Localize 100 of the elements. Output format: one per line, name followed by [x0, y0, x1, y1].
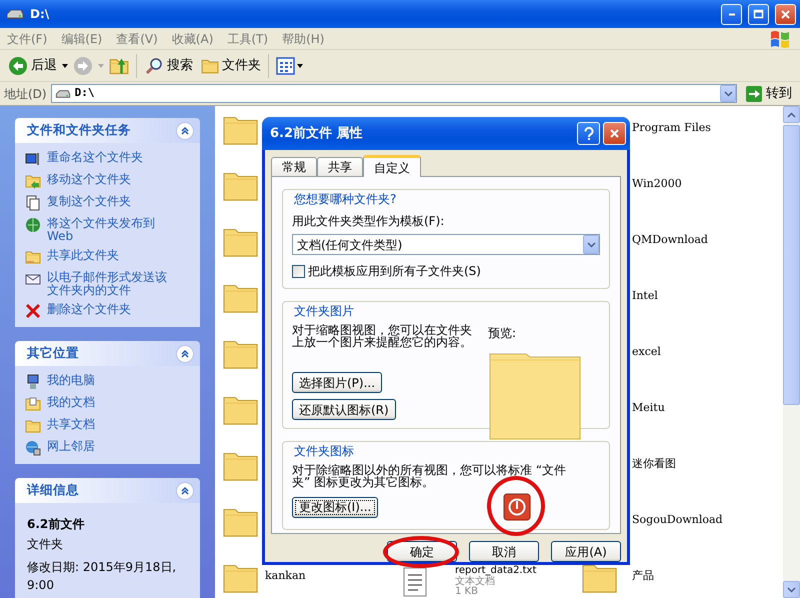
pane-header[interactable]: 详细信息 [15, 478, 200, 503]
minimize-button[interactable] [721, 4, 742, 24]
group-title: 您想要哪种文件夹? [292, 192, 398, 206]
task-link[interactable]: 共享此文件夹 [47, 249, 177, 262]
details-name: 6.2前文件 [27, 516, 86, 533]
x-mark-icon [25, 303, 41, 319]
task-link[interactable]: 共享文档 [47, 418, 177, 431]
scroll-thumb[interactable] [783, 125, 800, 405]
menu-item[interactable]: 查看(V) [109, 30, 165, 48]
tab[interactable]: 自定义 [363, 155, 421, 177]
template-dropdown[interactable]: 文档(任何文件类型) [292, 234, 600, 255]
checkbox[interactable] [292, 264, 305, 278]
address-value: D:\ [74, 85, 94, 102]
address-label: 地址(D) [4, 86, 47, 102]
search-button[interactable]: 搜索 [140, 54, 197, 78]
network-globe-icon [25, 440, 41, 456]
close-button[interactable] [775, 4, 796, 24]
file-name[interactable]: QMDownload [632, 222, 708, 258]
tab[interactable]: 常规 [271, 157, 317, 176]
caret-icon[interactable] [61, 62, 69, 70]
description: 对于缩略图视图，您可以在文件夹上放一个图片来提醒您它的内容。 [292, 324, 473, 348]
file-name[interactable]: 产品 [632, 558, 654, 594]
double-chevron-up-icon [180, 486, 190, 496]
address-field[interactable]: D:\ [50, 84, 737, 103]
window-title: D:\ [30, 6, 50, 23]
menu-item[interactable]: 文件(F) [0, 30, 54, 48]
dropdown-button[interactable] [583, 235, 599, 254]
details-modified: 修改日期: 2015年9月18日, 9:00 [27, 559, 177, 594]
drive-icon [54, 88, 71, 98]
dialog-button[interactable]: 还原默认图标(R) [292, 399, 396, 420]
task-link[interactable]: 删除这个文件夹 [47, 303, 177, 316]
pane-header[interactable]: 文件和文件夹任务 [15, 118, 200, 143]
file-name[interactable]: SogouDownload [632, 502, 723, 538]
shared-folder-icon [25, 249, 41, 265]
pane-title: 其它位置 [27, 344, 79, 362]
group-title: 文件夹图标 [292, 444, 356, 458]
pane-title: 详细信息 [27, 481, 79, 500]
maximize-button[interactable] [748, 4, 769, 24]
task-link[interactable]: 网上邻居 [47, 440, 177, 453]
dialog-button[interactable]: 取消 [469, 541, 539, 562]
go-button[interactable]: 转到 [741, 84, 796, 104]
menu-item[interactable]: 工具(T) [220, 30, 276, 48]
task-link[interactable]: 以电子邮件形式发送该文件夹内的文件 [47, 271, 177, 297]
task-link[interactable]: 移动这个文件夹 [47, 173, 177, 186]
search-icon [144, 56, 164, 76]
file-name[interactable]: Intel [632, 278, 658, 314]
task-link[interactable]: 重命名这个文件夹 [47, 151, 177, 164]
help-button[interactable] [577, 122, 600, 145]
menu-item[interactable]: 编辑(E) [54, 30, 110, 48]
chevron-up-icon [787, 112, 796, 118]
dialog-button[interactable]: 应用(A) [551, 541, 621, 562]
double-chevron-up-icon [180, 348, 190, 358]
close-icon [609, 128, 620, 139]
file-type: 文本文档 [455, 576, 496, 587]
drive-icon [6, 8, 24, 20]
group-title: 文件夹图片 [292, 304, 356, 318]
document-folder-icon [25, 396, 41, 412]
file-name[interactable]: Program Files [632, 110, 711, 146]
description: 对于除缩略图以外的所有视图，您可以将标准 “文件夹” 图标更改为其它图标。 [292, 464, 568, 488]
scrollbar[interactable] [783, 106, 800, 598]
task-link[interactable]: 我的电脑 [47, 374, 177, 387]
folder-icon [25, 418, 41, 434]
chevron-down-icon [787, 586, 796, 592]
scroll-down-button[interactable] [783, 581, 800, 598]
folder-arrow-icon [25, 173, 41, 189]
question-mark-icon [582, 126, 594, 140]
task-link[interactable]: 将这个文件夹发布到 Web [47, 217, 177, 243]
close-icon [780, 8, 791, 20]
computer-icon [25, 374, 41, 390]
collapse-button[interactable] [176, 344, 194, 362]
pages-icon [25, 195, 41, 211]
dialog-button[interactable]: 选择图片(P)... [292, 372, 382, 393]
file-name[interactable]: Meitu [632, 390, 665, 426]
views-grid-icon [276, 56, 304, 74]
close-button[interactable] [603, 122, 626, 145]
menu-item[interactable]: 帮助(H) [275, 30, 332, 48]
checkbox-label[interactable]: 把此模板应用到所有子文件夹(S) [308, 262, 481, 280]
pane-header[interactable]: 其它位置 [15, 341, 200, 366]
power-icon [503, 493, 532, 521]
preview-label: 预览: [488, 325, 518, 342]
dialog-title: 6.2前文件 属性 [270, 124, 364, 143]
task-link[interactable]: 复制这个文件夹 [47, 195, 177, 208]
scroll-up-button[interactable] [783, 106, 800, 123]
collapse-button[interactable] [176, 482, 194, 500]
file-name[interactable]: excel [632, 334, 661, 370]
file-name[interactable]: Win2000 [632, 166, 682, 202]
file-name[interactable]: 迷你看图 [632, 446, 676, 482]
folders-button[interactable]: 文件夹 [197, 54, 265, 78]
chevron-down-icon [724, 90, 732, 96]
dropdown-button[interactable] [720, 85, 736, 102]
tab[interactable]: 共享 [317, 157, 363, 176]
template-label: 用此文件夹类型作为模板(F): [292, 213, 446, 230]
file-size: 1 KB [455, 587, 479, 598]
menu-item[interactable]: 收藏(A) [164, 30, 220, 48]
change-icon-button[interactable]: 更改图标(I)... [292, 496, 378, 518]
collapse-button[interactable] [176, 122, 194, 140]
task-link[interactable]: 我的文档 [47, 396, 177, 409]
monitor-icon [25, 151, 41, 167]
file-name: report_data2.txt [455, 566, 536, 576]
back-button[interactable]: 后退 [4, 54, 61, 78]
